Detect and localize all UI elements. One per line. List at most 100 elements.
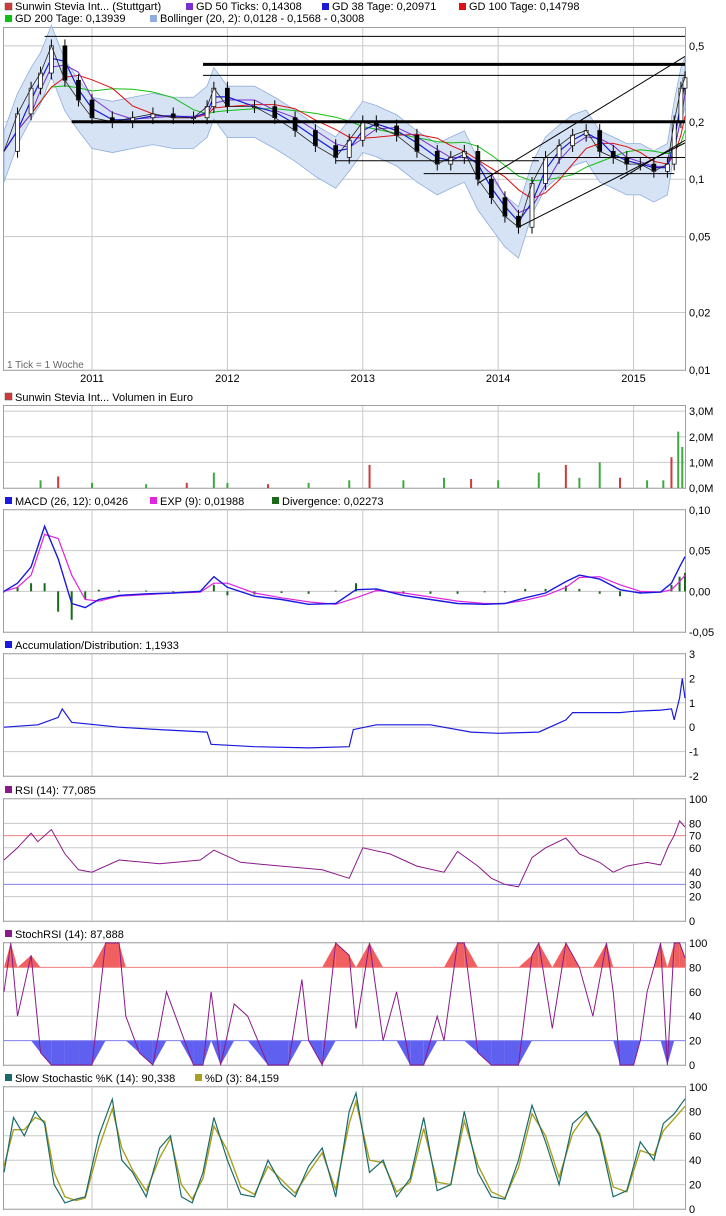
y-tick-label: 3,0M	[689, 406, 713, 418]
macd-panel: 0,10 0,05 0,00 -0,05	[3, 505, 714, 639]
y-tick-label: 100	[689, 794, 707, 806]
y-tick-label: 70	[689, 831, 701, 843]
y-tick-label: 80	[689, 1106, 701, 1118]
y-tick-label: 3	[689, 649, 695, 661]
legend-swatch-ad	[5, 641, 12, 648]
y-tick-label: 0	[689, 1060, 695, 1072]
y-tick-label: 60	[689, 1131, 701, 1143]
oversold-fill	[410, 1040, 424, 1065]
overbought-fill	[532, 943, 539, 968]
volume-bar	[497, 480, 500, 488]
ad-line	[3, 678, 686, 749]
candle-body	[414, 134, 420, 152]
divergence-bar	[598, 591, 601, 594]
y-tick-label: 1,0M	[689, 457, 713, 469]
y-tick-label: 0	[689, 916, 695, 928]
candle-body	[225, 87, 230, 107]
oversold-fill	[78, 1040, 93, 1065]
rsi-title: RSI (14): 77,085	[15, 785, 96, 797]
exp-line	[3, 533, 686, 605]
y-tick-label: 40	[689, 867, 701, 879]
y-tick-label: 0,00	[689, 586, 710, 598]
divergence-bar	[118, 590, 121, 592]
y-tick-label: 30	[689, 879, 701, 891]
macd-panel-frame	[3, 509, 686, 633]
divergence-bar	[57, 591, 60, 612]
y-tick-label: 2,0M	[689, 432, 713, 444]
x-tick-label: 2011	[80, 373, 104, 385]
divergence-bar	[678, 576, 681, 592]
divergence-bar	[544, 588, 547, 592]
legend-swatch-rsi	[5, 786, 12, 793]
legend-stoch-k: Slow Stochastic %K (14): 90,338	[15, 1073, 175, 1085]
divergence-bar	[70, 591, 73, 620]
volume-bar	[402, 480, 405, 488]
legend-swatch-price	[4, 2, 13, 11]
candle-body	[28, 87, 34, 115]
legend-swatch-volume	[4, 392, 13, 401]
overbought-fill	[464, 943, 478, 968]
legend-gd200: GD 200 Tage: 0,13939	[15, 13, 126, 25]
y-tick-label: 0	[689, 722, 695, 734]
macd-line	[3, 524, 686, 609]
candle-body	[313, 130, 318, 146]
candle-body	[204, 106, 210, 119]
x-tick-label: 2015	[621, 373, 645, 385]
y-tick-label: 0,0M	[689, 483, 713, 495]
volume-panel-frame	[3, 405, 686, 489]
candle-body	[292, 117, 298, 131]
candle-body	[89, 99, 95, 119]
oversold-fill	[139, 1040, 153, 1065]
oversold-fill	[464, 1040, 478, 1053]
legend-swatch-exp	[150, 497, 157, 504]
y-tick-label: -0,05	[689, 627, 714, 639]
oversold-fill	[180, 1040, 194, 1065]
divergence-bar	[43, 583, 46, 592]
divergence-bar	[145, 590, 148, 592]
y-tick-label: 40	[689, 1011, 701, 1023]
y-tick-label: 80	[689, 962, 701, 974]
candle-body	[502, 197, 508, 217]
divergence-bar	[30, 583, 33, 592]
y-tick-label: 2	[689, 673, 695, 685]
candle-body	[62, 45, 68, 81]
legend-swatch-stoch-d	[195, 1074, 202, 1081]
y-tick-label: 0,05	[689, 232, 710, 244]
candle-body	[211, 87, 217, 107]
candle-body	[346, 139, 352, 158]
volume-bar	[681, 447, 684, 488]
oversold-fill	[268, 1040, 289, 1065]
volume-bar	[348, 480, 351, 488]
ad-panel: 3 2 1 0 -1 -2	[3, 649, 699, 783]
bollinger-band	[3, 24, 686, 259]
rsi-panel: 100 807060 403020 0	[3, 794, 707, 928]
y-tick-label: 40	[689, 1155, 701, 1167]
volume-bar	[670, 457, 673, 488]
price-tick-note: 1 Tick = 1 Woche	[7, 360, 84, 371]
y-tick-label: 0	[689, 1204, 695, 1216]
legend-swatch-stoch-k	[5, 1074, 12, 1081]
rsi-panel-frame	[3, 798, 686, 922]
legend-gd100: GD 100 Tage: 0,14798	[469, 1, 580, 13]
candle-body	[434, 150, 440, 165]
volume-bar	[39, 480, 42, 488]
ad-title: Accumulation/Distribution: 1,1933	[15, 640, 179, 652]
overbought-fill	[674, 943, 680, 968]
divergence-bar	[503, 591, 506, 593]
y-tick-label: 0,01	[689, 365, 710, 377]
volume-bar	[677, 431, 680, 488]
candle-body	[597, 130, 603, 152]
oversold-fill	[64, 1040, 79, 1065]
y-tick-label: 0,05	[689, 546, 710, 558]
y-tick-label: 0,2	[689, 117, 704, 129]
oversold-fill	[504, 1040, 519, 1065]
oversold-fill	[491, 1040, 505, 1065]
y-tick-label: 0,02	[689, 308, 710, 320]
divergence-bar	[212, 584, 215, 592]
oversold-fill	[477, 1040, 492, 1065]
y-tick-label: 20	[689, 1180, 701, 1192]
candle-body	[360, 121, 366, 141]
legend-swatch-gd38	[322, 3, 329, 10]
macd-legend: MACD (26, 12): 0,0426 EXP (9): 0,01988 D…	[5, 496, 384, 508]
volume-bar	[537, 472, 540, 488]
